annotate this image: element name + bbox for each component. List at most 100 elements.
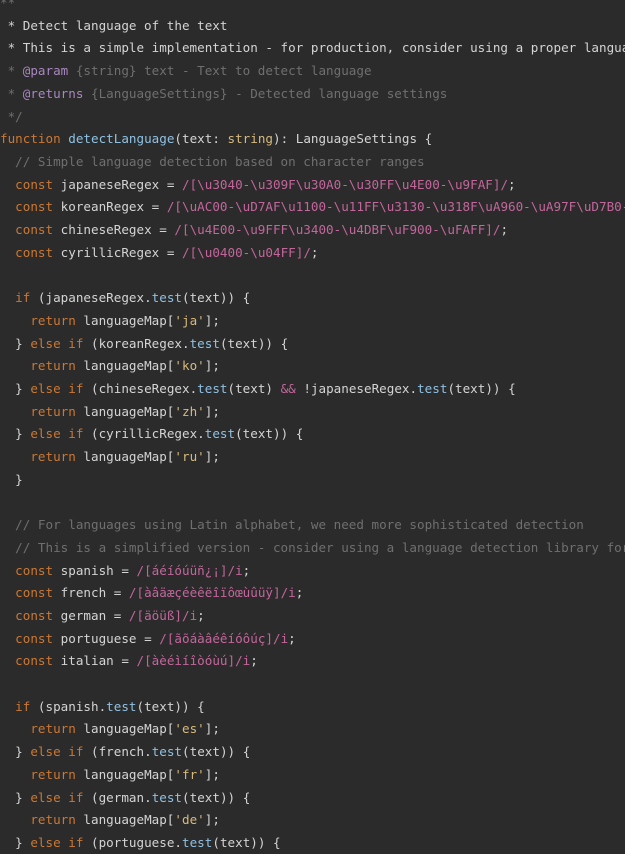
code-token: cyrillicRegex = [60, 244, 182, 260]
code-token: (text)) { [182, 789, 251, 805]
code-line: * @param {string} text - Text to detect … [0, 60, 372, 83]
code-line: return languageMap['ru']; [0, 446, 220, 469]
code-line: } [0, 469, 23, 492]
code-token: ; [288, 630, 296, 646]
code-token: /[àèéìíîòóùú]/i [136, 653, 251, 669]
code-token: (cyrillicRegex. [91, 426, 205, 442]
code-line: return languageMap['zh']; [0, 401, 220, 424]
code-token: 'ru' [174, 449, 205, 464]
code-line: const japaneseRegex = /[\u3040-\u309F\u3… [0, 174, 516, 197]
code-line: * @returns {LanguageSettings} - Detected… [0, 83, 448, 106]
code-token: // This is a simplified version - consid… [0, 539, 625, 555]
code-token: * Detect language of the text [0, 17, 228, 33]
code-token: * [0, 85, 23, 101]
code-line: // For languages using Latin alphabet, w… [0, 514, 584, 537]
code-line: ** [0, 0, 15, 15]
code-token: japaneseRegex = [60, 176, 182, 192]
code-token: @param [22, 63, 69, 79]
code-token: if [0, 290, 38, 306]
code-token: } [0, 834, 31, 850]
code-token: chineseRegex = [60, 222, 175, 237]
code-token: languageMap[ [83, 358, 175, 374]
code-token: const [0, 176, 61, 192]
code-token: (koreanRegex. [91, 335, 190, 351]
code-token: test [151, 789, 183, 805]
code-token: languageMap[ [83, 766, 175, 782]
code-token: @returns [22, 85, 84, 101]
code-token: } [0, 335, 31, 351]
code-line: const italian = /[àèéìíîòóùú]/i; [0, 650, 258, 673]
code-token: 'de' [174, 812, 205, 828]
code-token: const [0, 199, 61, 215]
code-line: return languageMap['ko']; [0, 355, 220, 378]
code-token: 'es' [174, 721, 205, 737]
code-token: 'ja' [174, 312, 205, 328]
code-token: (japaneseRegex. [37, 290, 152, 306]
code-token: languageMap[ [83, 721, 175, 737]
code-line: const spanish = /[áéíóúüñ¿¡]/i; [0, 560, 250, 583]
code-token: (spanish. [37, 698, 107, 714]
code-token: /[àâäæçéèêëîïôœùûüÿ]/i [128, 585, 296, 601]
code-token: languageMap[ [83, 449, 175, 464]
code-token: } [0, 744, 31, 760]
code-token: (text)) { [219, 335, 289, 351]
code-token: function [0, 131, 69, 147]
code-token: // For languages using Latin alphabet, w… [0, 517, 584, 533]
code-token: else if [30, 380, 92, 396]
code-token: else if [30, 744, 92, 760]
code-line: function detectLanguage(text: string): L… [0, 128, 432, 151]
code-line: } else if (chineseRegex.test(text) && !j… [0, 378, 516, 401]
code-token: ; [242, 562, 251, 578]
code-token: } [0, 380, 31, 396]
code-token: return [0, 403, 84, 419]
code-token: const [0, 244, 61, 260]
code-line: return languageMap['fr']; [0, 764, 220, 787]
code-line: // This is a simplified version - consid… [0, 537, 625, 560]
code-token: koreanRegex = [60, 199, 167, 215]
code-line: const koreanRegex = /[\uAC00-\uD7AF\u110… [0, 196, 625, 219]
code-token: {string} text - Text to detect language [68, 63, 372, 79]
code-token: /[\uAC00-\uD7AF\u1100-\u11FF\u3130-\u318… [166, 199, 625, 215]
code-editor[interactable]: ** * Detect language of the text * This … [0, 0, 625, 854]
code-token: 'zh' [174, 403, 205, 419]
code-token: ]; [204, 721, 220, 737]
code-token: detectLanguage [68, 131, 175, 147]
code-token: test [151, 744, 183, 760]
code-token: test [204, 426, 236, 442]
code-token: return [0, 312, 84, 328]
code-line: } else if (portuguese.test(text)) { [0, 832, 280, 854]
code-token: ; [508, 176, 516, 192]
code-token: return [0, 449, 84, 464]
code-token: italian = [60, 653, 137, 669]
code-line: if (spanish.test(text)) { [0, 696, 205, 719]
code-token: languageMap[ [83, 403, 175, 419]
code-line: return languageMap['es']; [0, 718, 220, 741]
code-line: } else if (koreanRegex.test(text)) { [0, 333, 288, 356]
code-token: (text)) { [182, 744, 251, 760]
code-line: const german = /[äöüß]/i; [0, 605, 205, 628]
code-token: else if [30, 335, 92, 351]
code-token: (text)) { [235, 426, 304, 442]
code-token: spanish = [60, 562, 137, 578]
code-line: } else if (german.test(text)) { [0, 787, 250, 810]
code-token: (chineseRegex. [91, 380, 198, 396]
code-token: else if [30, 834, 92, 850]
code-token: (portuguese. [91, 834, 183, 850]
code-token: /[\u4E00-\u9FFF\u3400-\u4DBF\uF900-\uFAF… [174, 222, 501, 237]
code-token: /[\u3040-\u309F\u30A0-\u30FF\u4E00-\u9FA… [182, 176, 509, 192]
code-token: } [0, 426, 31, 442]
code-token: test [182, 834, 213, 850]
code-line: } else if (french.test(text)) { [0, 741, 250, 764]
code-token: (text)) { [447, 380, 516, 396]
code-token: test [151, 290, 182, 306]
code-token: const [0, 607, 61, 623]
code-line: * This is a simple implementation - for … [0, 37, 625, 60]
code-token: ]; [204, 812, 220, 828]
code-token: ; [197, 607, 205, 623]
code-token: /[ãõáàâéêíóôúç]/i [159, 630, 289, 646]
code-token: ]; [204, 403, 220, 419]
code-token: (german. [91, 789, 152, 805]
code-token: languageMap[ [83, 812, 175, 828]
code-token: {LanguageSettings} - Detected language s… [83, 85, 448, 101]
code-line: */ [0, 106, 23, 129]
